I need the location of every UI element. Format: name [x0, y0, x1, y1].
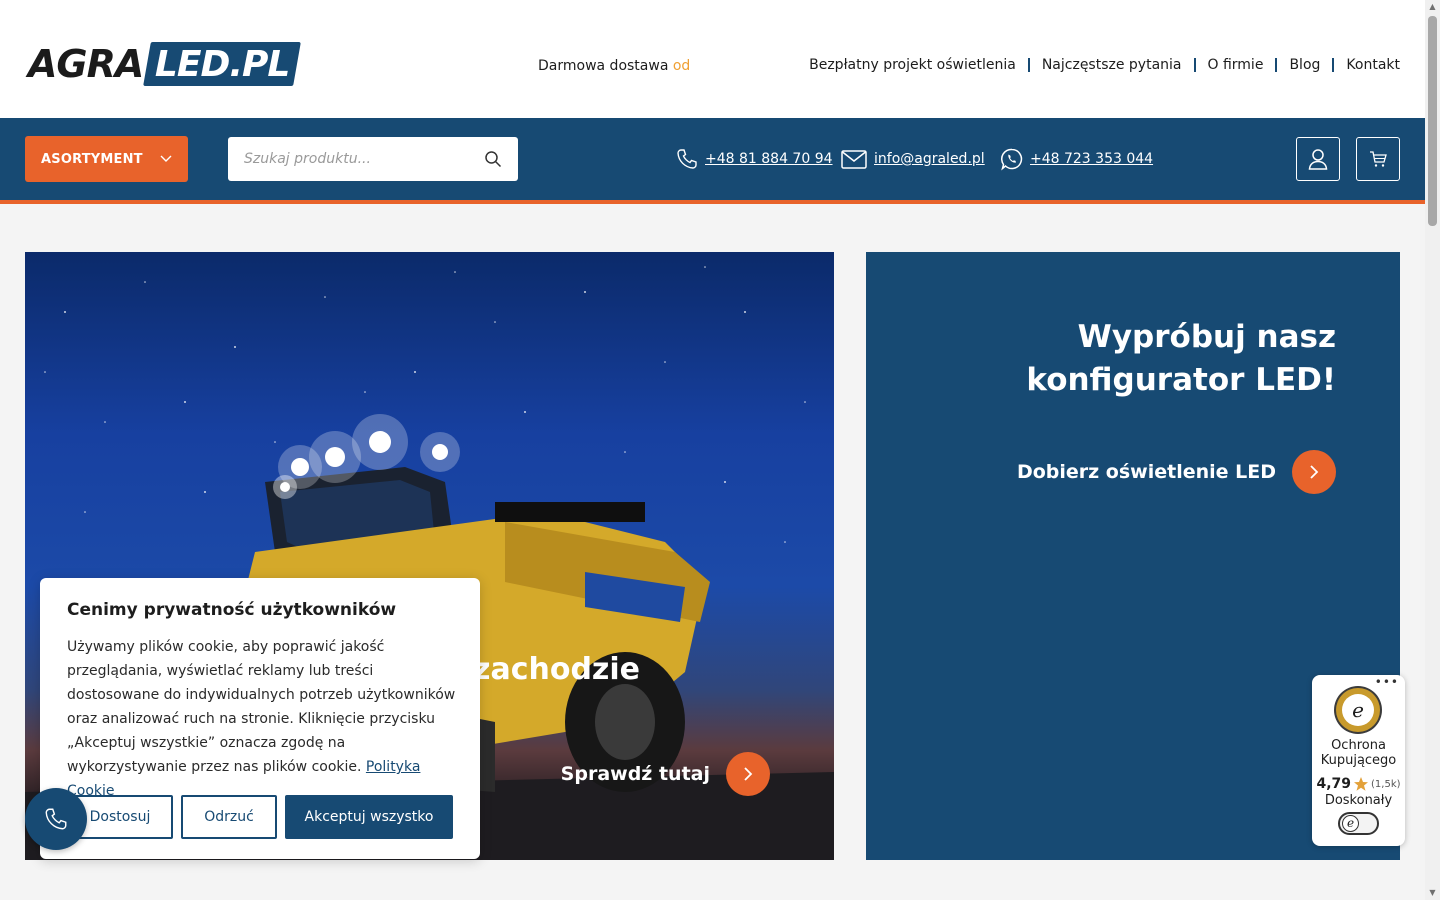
logo-led-text: LED.PL: [155, 43, 290, 85]
agraled-logo[interactable]: AGRA LED.PL: [28, 42, 302, 86]
hero-cta-label: Sprawdź tutaj: [560, 763, 710, 785]
cookie-consent-dialog: Cenimy prywatność użytkowników Używamy p…: [40, 578, 480, 859]
cookie-accept-button[interactable]: Akceptuj wszystko: [285, 795, 453, 839]
contact-whatsapp: +48 723 353 044: [1000, 147, 1153, 171]
nav-blog[interactable]: Blog: [1289, 57, 1320, 73]
main-toolbar: ASORTYMENT +48 81 884 70 94 info@agraled…: [0, 118, 1425, 200]
logo-led-box: LED.PL: [143, 42, 302, 86]
call-floating-button[interactable]: [25, 788, 87, 850]
email-link[interactable]: info@agraled.pl: [874, 151, 985, 167]
star-icon: [1354, 777, 1369, 791]
nav-free-lighting-project[interactable]: Bezpłatny projekt oświetlenia: [809, 57, 1016, 73]
user-icon: [1308, 149, 1328, 170]
trusted-shops-badge[interactable]: ••• e Ochrona Kupującego 4,79 (1,5k) Dos…: [1312, 675, 1405, 846]
cookie-text: Używamy plików cookie, aby poprawić jako…: [67, 635, 462, 803]
contact-email: info@agraled.pl: [840, 147, 985, 171]
trusted-shops-rating: 4,79 (1,5k): [1312, 776, 1405, 792]
nav-faq[interactable]: Najczęstsze pytania: [1042, 57, 1182, 73]
free-shipping-banner: Darmowa dostawa od €: [538, 58, 690, 74]
mail-icon: [841, 150, 867, 169]
trusted-shops-label: Ochrona Kupującego: [1320, 738, 1397, 768]
account-button[interactable]: [1296, 137, 1340, 181]
logo-agra-text: AGRA: [28, 42, 144, 86]
scroll-down-arrow-icon[interactable]: ▼: [1428, 888, 1437, 898]
search-input[interactable]: [228, 137, 468, 181]
nav-separator: [1027, 58, 1030, 72]
hero-cta-button[interactable]: Sprawdź tutaj: [561, 752, 770, 796]
chevron-right-icon: [1292, 450, 1336, 494]
chevron-down-icon: [160, 155, 172, 162]
search-box: [228, 137, 518, 181]
contact-phone: +48 81 884 70 94: [675, 147, 833, 171]
phone-link[interactable]: +48 81 884 70 94: [705, 151, 833, 167]
cart-icon: [1370, 151, 1387, 167]
svg-text:e: e: [1352, 698, 1364, 722]
nav-contact[interactable]: Kontakt: [1346, 57, 1400, 73]
cookie-reject-button[interactable]: Odrzuć: [181, 795, 277, 839]
rating-grade: Doskonały: [1324, 793, 1393, 808]
top-header: AGRA LED.PL Darmowa dostawa od € Bezpłat…: [0, 0, 1425, 118]
scroll-up-arrow-icon[interactable]: ▲: [1428, 2, 1437, 12]
nav-separator: [1332, 58, 1335, 72]
trusted-shops-e-icon: e: [1342, 815, 1359, 832]
phone-icon: [45, 808, 67, 830]
search-icon[interactable]: [484, 150, 502, 168]
scrollbar-thumb[interactable]: [1428, 16, 1437, 226]
page-scrollbar[interactable]: ▲ ▼: [1425, 0, 1440, 900]
assortment-label: ASORTYMENT: [41, 151, 143, 167]
hero-title: zachodzie: [473, 652, 641, 687]
nav-separator: [1193, 58, 1196, 72]
cookie-title: Cenimy prywatność użytkowników: [67, 600, 397, 620]
whatsapp-link[interactable]: +48 723 353 044: [1030, 151, 1153, 167]
phone-icon: [677, 149, 697, 169]
whatsapp-icon: [1001, 148, 1023, 171]
configurator-cta-label: Dobierz oświetlenie LED: [1016, 461, 1276, 483]
nav-about[interactable]: O firmie: [1208, 57, 1264, 73]
rating-score: 4,79: [1316, 776, 1352, 792]
cookie-description: Używamy plików cookie, aby poprawić jako…: [67, 639, 456, 775]
assortment-button[interactable]: ASORTYMENT: [25, 136, 188, 182]
free-shipping-accent: od €: [672, 58, 690, 74]
trusted-shops-toggle[interactable]: e: [1338, 812, 1379, 835]
top-navigation: Bezpłatny projekt oświetlenia Najczęstsz…: [809, 57, 1400, 73]
configurator-title: Wypróbuj nasz konfigurator LED!: [1026, 319, 1336, 398]
trusted-shops-seal-icon: e: [1334, 686, 1382, 734]
chevron-right-icon: [726, 752, 770, 796]
cart-button[interactable]: [1356, 137, 1400, 181]
rating-count: (1,5k): [1371, 778, 1401, 790]
free-shipping-text: Darmowa dostawa: [538, 58, 669, 74]
configurator-cta-button[interactable]: Dobierz oświetlenie LED: [1017, 450, 1336, 494]
nav-separator: [1275, 58, 1278, 72]
header-accent-line: [0, 200, 1425, 204]
